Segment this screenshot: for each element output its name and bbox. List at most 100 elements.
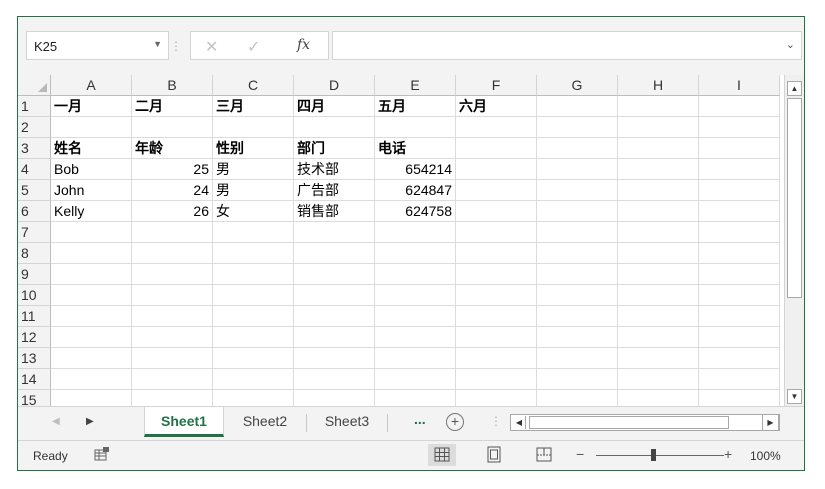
cell-i7[interactable] xyxy=(699,222,780,243)
cell-d4[interactable]: 技术部 xyxy=(294,159,375,180)
cell-h5[interactable] xyxy=(618,180,699,201)
horizontal-scrollbar[interactable]: ◀ xyxy=(510,414,780,431)
cell-i10[interactable] xyxy=(699,285,780,306)
prev-sheet-icon[interactable]: ◀ xyxy=(52,416,60,427)
cell-b14[interactable] xyxy=(132,369,213,390)
tab-sheet1[interactable]: Sheet1 xyxy=(144,407,224,437)
cell-h1[interactable] xyxy=(618,96,699,117)
add-sheet-icon[interactable]: + xyxy=(446,413,464,431)
cell-b15[interactable] xyxy=(132,390,213,406)
cell-g5[interactable] xyxy=(537,180,618,201)
row-header-4[interactable]: 4 xyxy=(18,159,51,180)
cell-e10[interactable] xyxy=(375,285,456,306)
cell-e1[interactable]: 五月 xyxy=(375,96,456,117)
row-header-8[interactable]: 8 xyxy=(18,243,51,264)
column-header-f[interactable]: F xyxy=(456,75,537,96)
row-header-9[interactable]: 9 xyxy=(18,264,51,285)
cell-a15[interactable] xyxy=(51,390,132,406)
cell-c9[interactable] xyxy=(213,264,294,285)
cell-i2[interactable] xyxy=(699,117,780,138)
scroll-left-icon[interactable]: ◀ xyxy=(513,416,526,429)
cell-a3[interactable]: 姓名 xyxy=(51,138,132,159)
cell-f13[interactable] xyxy=(456,348,537,369)
cell-c15[interactable] xyxy=(213,390,294,406)
cell-h4[interactable] xyxy=(618,159,699,180)
cell-g12[interactable] xyxy=(537,327,618,348)
cell-a1[interactable]: 一月 xyxy=(51,96,132,117)
vertical-scroll-thumb[interactable] xyxy=(787,98,802,298)
vertical-scrollbar[interactable]: ▲ ▼ xyxy=(784,75,804,406)
cell-d7[interactable] xyxy=(294,222,375,243)
cell-g2[interactable] xyxy=(537,117,618,138)
cell-e3[interactable]: 电话 xyxy=(375,138,456,159)
horizontal-scroll-thumb[interactable] xyxy=(529,416,729,429)
cell-e15[interactable] xyxy=(375,390,456,406)
cell-a4[interactable]: Bob xyxy=(51,159,132,180)
row-header-14[interactable]: 14 xyxy=(18,369,51,390)
cell-f14[interactable] xyxy=(456,369,537,390)
cell-c8[interactable] xyxy=(213,243,294,264)
cell-i8[interactable] xyxy=(699,243,780,264)
cell-b4[interactable]: 25 xyxy=(132,159,213,180)
cell-a10[interactable] xyxy=(51,285,132,306)
cell-b6[interactable]: 26 xyxy=(132,201,213,222)
cell-b9[interactable] xyxy=(132,264,213,285)
cell-f5[interactable] xyxy=(456,180,537,201)
cell-d3[interactable]: 部门 xyxy=(294,138,375,159)
cell-b12[interactable] xyxy=(132,327,213,348)
row-header-10[interactable]: 10 xyxy=(18,285,51,306)
cell-a7[interactable] xyxy=(51,222,132,243)
cell-e12[interactable] xyxy=(375,327,456,348)
cell-c12[interactable] xyxy=(213,327,294,348)
cell-g6[interactable] xyxy=(537,201,618,222)
cell-i1[interactable] xyxy=(699,96,780,117)
cell-i15[interactable] xyxy=(699,390,780,406)
cell-b13[interactable] xyxy=(132,348,213,369)
cell-c7[interactable] xyxy=(213,222,294,243)
cell-f12[interactable] xyxy=(456,327,537,348)
cell-i11[interactable] xyxy=(699,306,780,327)
cell-h8[interactable] xyxy=(618,243,699,264)
cell-i6[interactable] xyxy=(699,201,780,222)
cell-g7[interactable] xyxy=(537,222,618,243)
cell-d14[interactable] xyxy=(294,369,375,390)
cell-b3[interactable]: 年龄 xyxy=(132,138,213,159)
cell-h6[interactable] xyxy=(618,201,699,222)
cell-d10[interactable] xyxy=(294,285,375,306)
cell-f1[interactable]: 六月 xyxy=(456,96,537,117)
zoom-level[interactable]: 100% xyxy=(750,449,781,463)
cell-i12[interactable] xyxy=(699,327,780,348)
cell-f6[interactable] xyxy=(456,201,537,222)
row-header-5[interactable]: 5 xyxy=(18,180,51,201)
column-header-c[interactable]: C xyxy=(213,75,294,96)
zoom-slider-thumb[interactable] xyxy=(651,449,656,461)
cell-h12[interactable] xyxy=(618,327,699,348)
cell-e8[interactable] xyxy=(375,243,456,264)
cell-e13[interactable] xyxy=(375,348,456,369)
cell-c5[interactable]: 男 xyxy=(213,180,294,201)
cell-e11[interactable] xyxy=(375,306,456,327)
cell-a2[interactable] xyxy=(51,117,132,138)
cell-c13[interactable] xyxy=(213,348,294,369)
cell-b10[interactable] xyxy=(132,285,213,306)
cell-h15[interactable] xyxy=(618,390,699,406)
cell-e5[interactable]: 624847 xyxy=(375,180,456,201)
cell-d8[interactable] xyxy=(294,243,375,264)
scroll-down-icon[interactable]: ▼ xyxy=(787,389,802,404)
cell-c4[interactable]: 男 xyxy=(213,159,294,180)
cell-c6[interactable]: 女 xyxy=(213,201,294,222)
tab-sheet2[interactable]: Sheet2 xyxy=(224,407,306,437)
cell-f10[interactable] xyxy=(456,285,537,306)
scroll-right-icon[interactable]: ▶ xyxy=(762,414,779,431)
cell-g1[interactable] xyxy=(537,96,618,117)
cell-c2[interactable] xyxy=(213,117,294,138)
row-header-3[interactable]: 3 xyxy=(18,138,51,159)
enter-icon[interactable]: ✓ xyxy=(247,37,260,57)
cell-g8[interactable] xyxy=(537,243,618,264)
cancel-icon[interactable]: ✕ xyxy=(205,37,218,57)
expand-formula-icon[interactable]: ⌄ xyxy=(786,38,795,51)
more-sheets-button[interactable]: ... xyxy=(414,411,426,427)
cell-d1[interactable]: 四月 xyxy=(294,96,375,117)
tab-sheet3[interactable]: Sheet3 xyxy=(307,407,387,437)
cell-a6[interactable]: Kelly xyxy=(51,201,132,222)
